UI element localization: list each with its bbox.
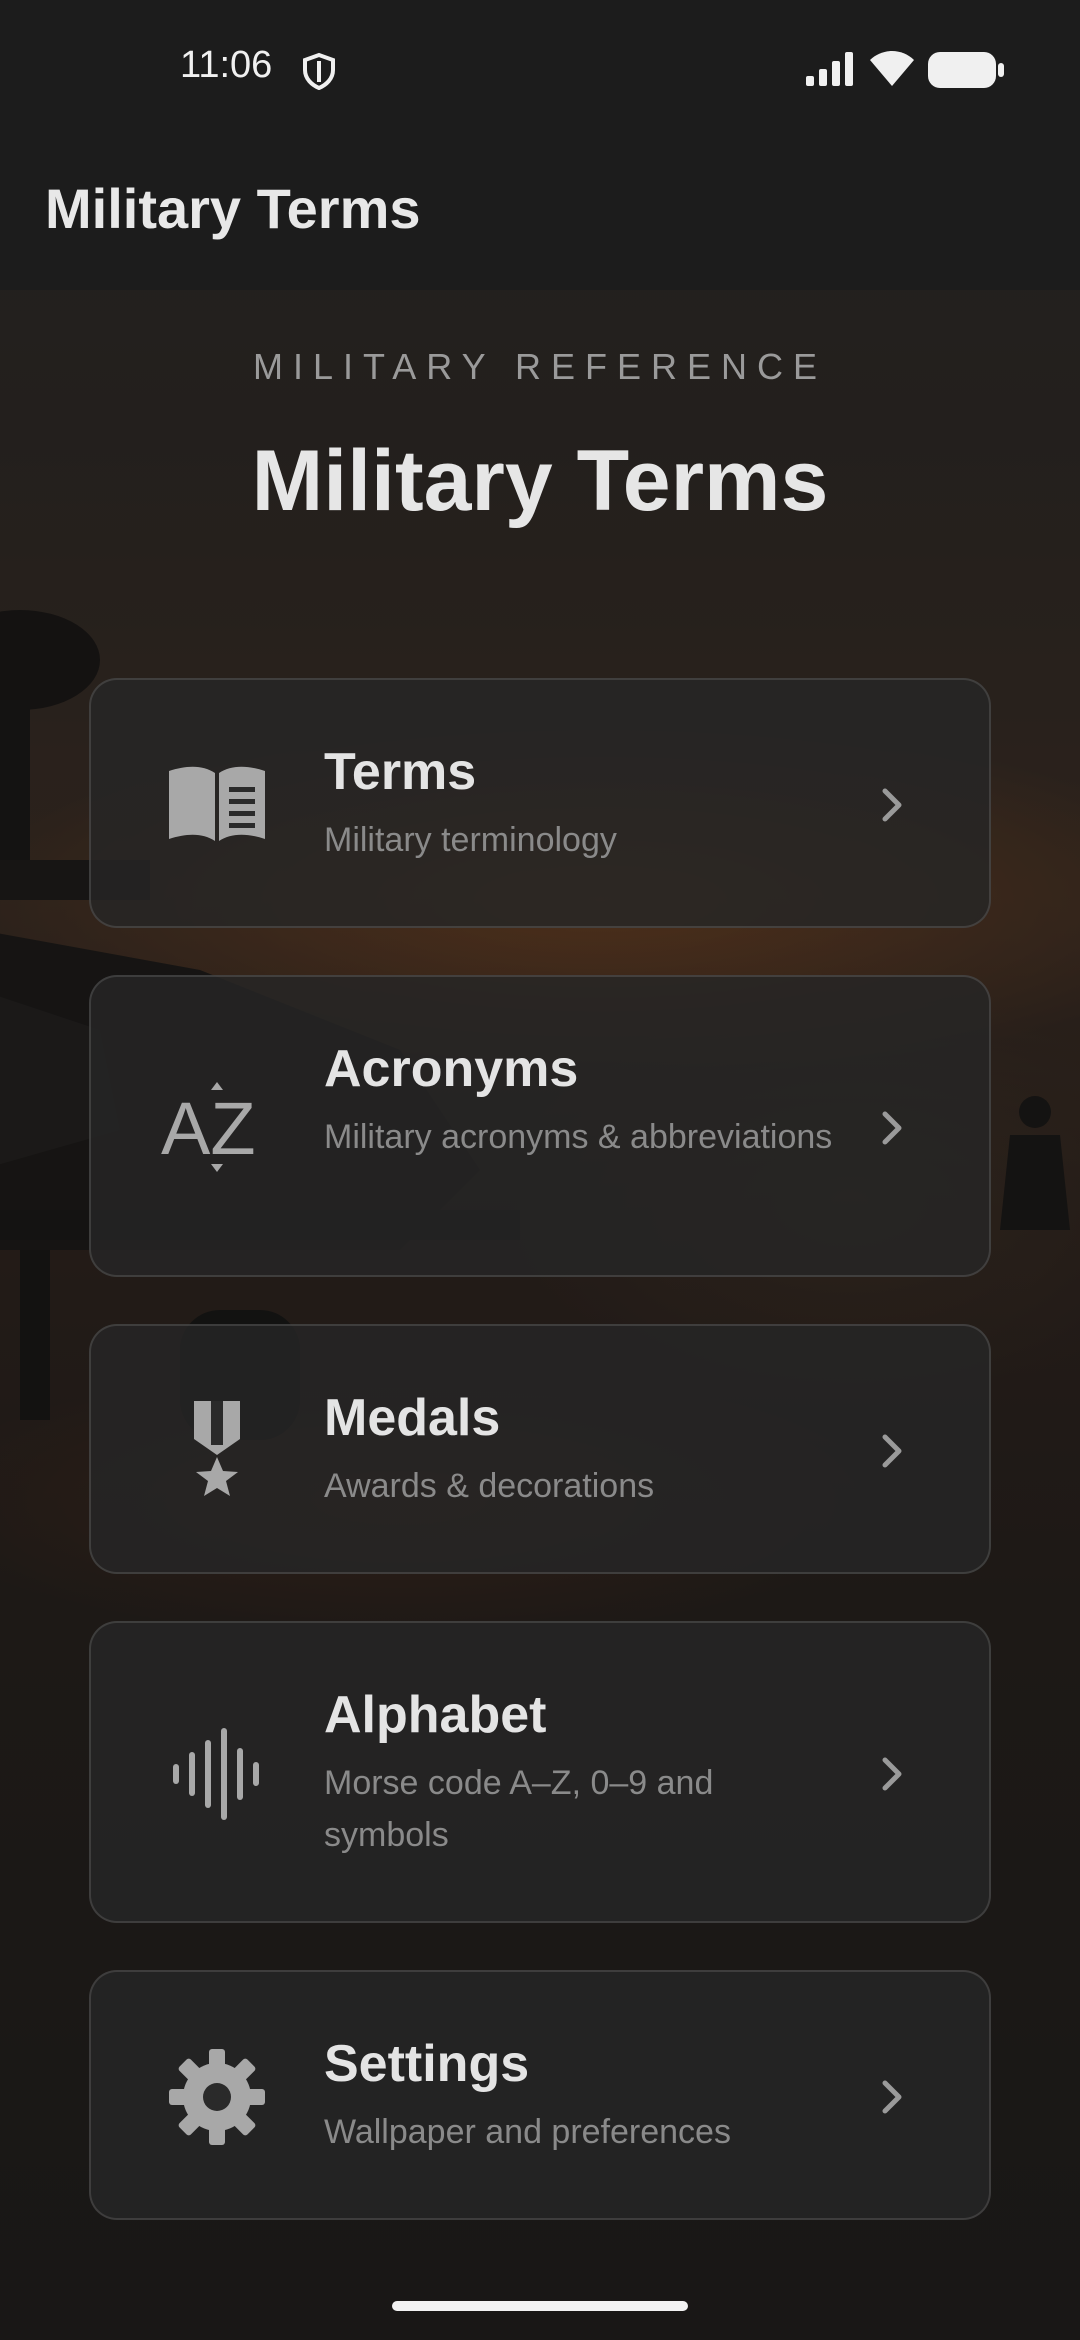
menu-card-subtitle: Wallpaper and preferences xyxy=(324,2113,731,2151)
gear-icon xyxy=(169,2049,265,2145)
menu-card-title: Acronyms xyxy=(324,1040,579,1098)
menu-card-title: Medals xyxy=(324,1389,501,1447)
svg-text:AZ: AZ xyxy=(161,1087,256,1170)
chevron-right-icon xyxy=(882,1434,902,1468)
waveform-icon xyxy=(173,1728,259,1820)
menu-card-title: Terms xyxy=(324,743,477,801)
menu-card-medals[interactable]: Medals Awards & decorations xyxy=(89,1324,991,1574)
menu-card-title: Settings xyxy=(324,2035,530,2093)
book-icon xyxy=(169,766,265,841)
sort-az-icon: AZ xyxy=(161,1082,256,1172)
home-indicator[interactable] xyxy=(392,2301,688,2311)
chevron-right-icon xyxy=(882,1111,902,1145)
signal-icon xyxy=(806,52,853,86)
menu-card-acronyms[interactable]: AZ Acronyms Military acronyms & abbrevia… xyxy=(89,975,991,1277)
status-time: 11:06 xyxy=(180,44,273,86)
menu-card-terms[interactable]: Terms Military terminology xyxy=(89,678,991,928)
wifi-icon xyxy=(870,51,914,86)
menu-card-subtitle: Morse code A–Z, 0–9 and symbols xyxy=(324,1764,714,1854)
status-bar: 11:06 xyxy=(0,0,1080,140)
menu-card-settings[interactable]: Settings Wallpaper and preferences xyxy=(89,1970,991,2220)
app-bar: Military Terms xyxy=(0,140,1080,290)
menu-card-subtitle: Military acronyms & abbreviations xyxy=(324,1118,833,1156)
chevron-right-icon xyxy=(882,1757,902,1791)
chevron-right-icon xyxy=(882,2080,902,2114)
chevron-right-icon xyxy=(882,788,902,822)
menu-card-subtitle: Awards & decorations xyxy=(324,1467,655,1505)
medal-icon xyxy=(194,1401,240,1496)
menu-card-title: Alphabet xyxy=(324,1686,547,1744)
menu-card-subtitle: Military terminology xyxy=(324,821,617,859)
shield-icon xyxy=(303,52,335,90)
app-bar-title: Military Terms xyxy=(45,177,421,240)
menu-card-alphabet[interactable]: Alphabet Morse code A–Z, 0–9 and symbols xyxy=(89,1621,991,1923)
hero-overline: MILITARY REFERENCE xyxy=(252,346,828,387)
hero-title: Military Terms xyxy=(251,433,829,529)
battery-icon xyxy=(928,52,1004,88)
